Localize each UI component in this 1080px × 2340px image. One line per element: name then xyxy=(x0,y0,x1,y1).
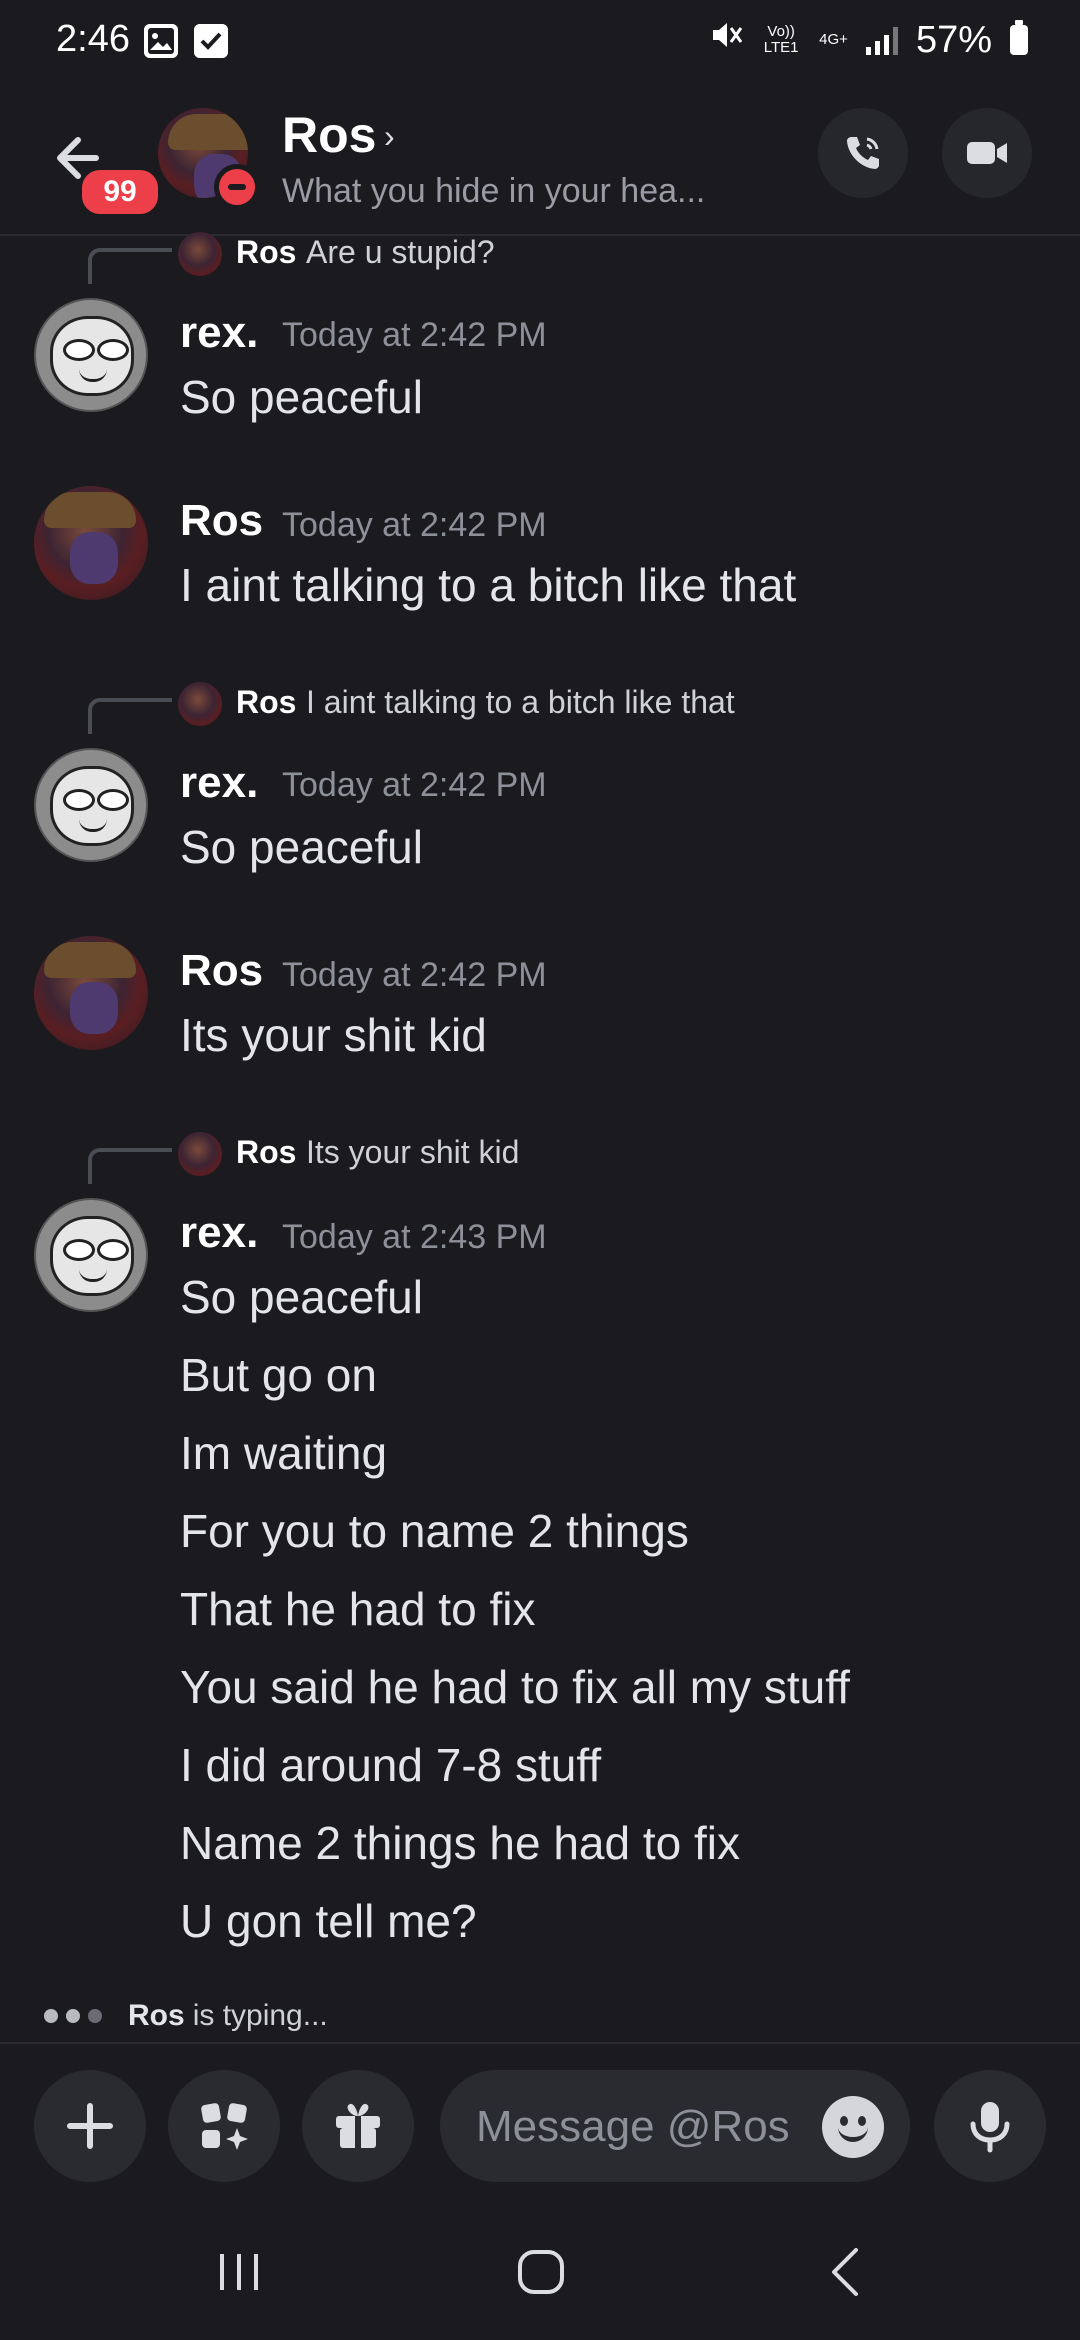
message-text[interactable]: But go on xyxy=(180,1348,377,1402)
signal-icon xyxy=(865,25,898,55)
rex-eye xyxy=(97,789,129,811)
reply-preview[interactable]: Ros Its your shit kid xyxy=(88,1132,648,1192)
dm-header: 99 Ros › What you hide in your hea... xyxy=(0,90,1080,236)
home-icon[interactable] xyxy=(514,2244,570,2305)
apps-icon xyxy=(201,2103,248,2150)
gift-icon xyxy=(336,2103,380,2148)
reply-avatar xyxy=(178,682,222,726)
voice-message-button[interactable] xyxy=(934,2070,1046,2182)
reply-author: Ros xyxy=(236,684,297,720)
gallery-notification-icon xyxy=(144,24,178,58)
chevron-right-icon[interactable]: › xyxy=(384,118,395,155)
rex-face xyxy=(50,766,134,846)
apps-button[interactable] xyxy=(168,2070,280,2182)
message-text[interactable]: So peaceful xyxy=(180,1270,423,1324)
message-input[interactable]: Message @Ros xyxy=(440,2070,910,2182)
avatar[interactable] xyxy=(34,936,148,1050)
message-text[interactable]: So peaceful xyxy=(180,820,423,874)
message-text[interactable]: For you to name 2 things xyxy=(180,1504,689,1558)
typing-user: Ros xyxy=(128,1999,185,2032)
rex-eye xyxy=(63,789,95,811)
message-text[interactable]: Name 2 things he had to fix xyxy=(180,1816,740,1870)
rex-face xyxy=(50,316,134,396)
status-bar: 2:46 Vo)) LTE1 4G+ 57% xyxy=(0,0,1080,84)
reply-connector xyxy=(88,1148,172,1184)
dm-user-name[interactable]: Ros xyxy=(282,106,376,164)
plus-icon xyxy=(67,2103,113,2149)
unread-badge: 99 xyxy=(78,166,162,218)
message-timestamp: Today at 2:42 PM xyxy=(282,956,547,994)
typing-text: is typing... xyxy=(192,1999,328,2032)
message-text[interactable]: Its your shit kid xyxy=(180,1008,487,1062)
rex-mouth xyxy=(79,819,107,832)
reply-text: I aint talking to a bitch like that xyxy=(306,684,735,720)
status-right-cluster: Vo)) LTE1 4G+ 57% xyxy=(709,18,1028,62)
rex-eye xyxy=(97,1239,129,1261)
reply-preview[interactable]: Ros I aint talking to a bitch like that xyxy=(88,682,848,742)
custom-status: What you hide in your hea... xyxy=(282,172,706,210)
message-timestamp: Today at 2:42 PM xyxy=(282,316,547,354)
message-text[interactable]: So peaceful xyxy=(180,370,423,424)
message-text[interactable]: That he had to fix xyxy=(180,1582,535,1636)
message-timestamp: Today at 2:43 PM xyxy=(282,1218,547,1256)
battery-percent: 57% xyxy=(915,18,992,61)
message-text[interactable]: I aint talking to a bitch like that xyxy=(180,558,796,612)
avatar[interactable] xyxy=(34,298,148,412)
reply-avatar xyxy=(178,1132,222,1176)
gift-button[interactable] xyxy=(302,2070,414,2182)
message-timestamp: Today at 2:42 PM xyxy=(282,766,547,804)
emoji-icon[interactable] xyxy=(822,2096,884,2158)
reply-preview[interactable]: Ros Are u stupid? xyxy=(88,232,788,292)
avatar[interactable] xyxy=(34,1198,148,1312)
reply-connector xyxy=(88,698,172,734)
avatar[interactable] xyxy=(34,486,148,600)
back-nav-icon[interactable] xyxy=(820,2244,870,2305)
add-attachment-button[interactable] xyxy=(34,2070,146,2182)
recents-icon[interactable] xyxy=(214,2244,264,2305)
rex-eye xyxy=(97,339,129,361)
voice-call-button[interactable] xyxy=(818,108,908,198)
video-call-button[interactable] xyxy=(942,108,1032,198)
microphone-icon xyxy=(970,2102,1010,2153)
message-author[interactable]: rex. xyxy=(180,308,258,358)
typing-dot xyxy=(66,2009,80,2023)
typing-indicator: Ros is typing... xyxy=(44,1994,328,2038)
reply-text: Its your shit kid xyxy=(306,1134,520,1170)
message-author[interactable]: Ros xyxy=(180,496,263,546)
message-author[interactable]: rex. xyxy=(180,758,258,808)
checkbox-notification-icon xyxy=(194,24,228,58)
typing-dot xyxy=(44,2009,58,2023)
dnd-status-icon xyxy=(214,164,260,210)
message-composer: Message @Ros xyxy=(0,2042,1080,2204)
reply-text: Are u stupid? xyxy=(306,234,495,270)
message-author[interactable]: rex. xyxy=(180,1208,258,1258)
typing-dot xyxy=(88,2009,102,2023)
rex-face xyxy=(50,1216,134,1296)
rex-eye xyxy=(63,339,95,361)
volte-label: Vo)) LTE1 xyxy=(763,23,799,56)
network-label: 4G+ xyxy=(819,31,848,48)
system-nav-bar xyxy=(0,2204,1080,2340)
mute-icon xyxy=(709,18,743,62)
reply-author: Ros xyxy=(236,234,297,270)
message-text[interactable]: I did around 7-8 stuff xyxy=(180,1738,601,1792)
rex-mouth xyxy=(79,369,107,382)
rex-mouth xyxy=(79,1269,107,1282)
message-author[interactable]: Ros xyxy=(180,946,263,996)
reply-avatar xyxy=(178,232,222,276)
message-text[interactable]: U gon tell me? xyxy=(180,1894,477,1948)
message-text[interactable]: You said he had to fix all my stuff xyxy=(180,1660,850,1714)
battery-icon xyxy=(1010,20,1028,55)
message-placeholder: Message @Ros xyxy=(476,2102,790,2151)
reply-connector xyxy=(88,248,172,284)
message-text[interactable]: Im waiting xyxy=(180,1426,387,1480)
rex-eye xyxy=(63,1239,95,1261)
avatar[interactable] xyxy=(34,748,148,862)
status-time: 2:46 xyxy=(56,18,130,60)
reply-author: Ros xyxy=(236,1134,297,1170)
emoji-mouth xyxy=(838,2126,868,2142)
message-timestamp: Today at 2:42 PM xyxy=(282,506,547,544)
